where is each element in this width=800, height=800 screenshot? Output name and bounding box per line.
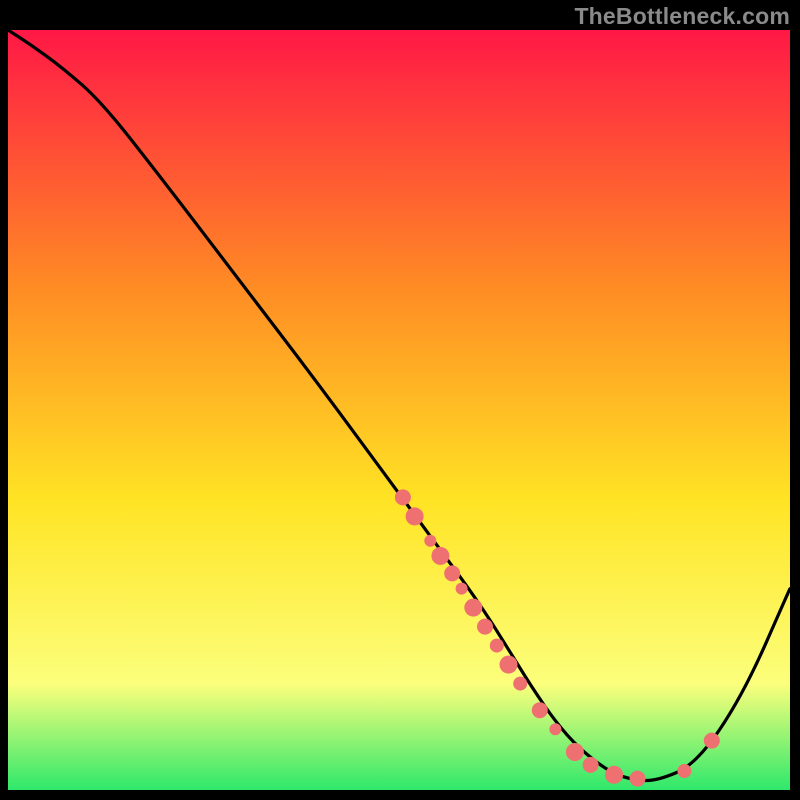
curve-marker — [605, 766, 623, 784]
chart-frame — [8, 30, 790, 790]
curve-marker — [456, 583, 468, 595]
curve-marker — [406, 507, 424, 525]
curve-marker — [566, 743, 584, 761]
curve-marker — [704, 733, 720, 749]
curve-marker — [431, 547, 449, 565]
curve-marker — [464, 599, 482, 617]
chart-svg — [8, 30, 790, 790]
curve-marker — [549, 723, 561, 735]
curve-marker — [513, 677, 527, 691]
curve-marker — [395, 489, 411, 505]
curve-marker — [677, 764, 691, 778]
watermark-text: TheBottleneck.com — [574, 3, 790, 30]
curve-marker — [583, 757, 599, 773]
chart-background-gradient — [8, 30, 790, 790]
curve-marker — [424, 535, 436, 547]
curve-marker — [532, 702, 548, 718]
curve-marker — [477, 619, 493, 635]
curve-marker — [490, 639, 504, 653]
curve-marker — [630, 771, 646, 787]
curve-marker — [444, 565, 460, 581]
curve-marker — [500, 656, 518, 674]
